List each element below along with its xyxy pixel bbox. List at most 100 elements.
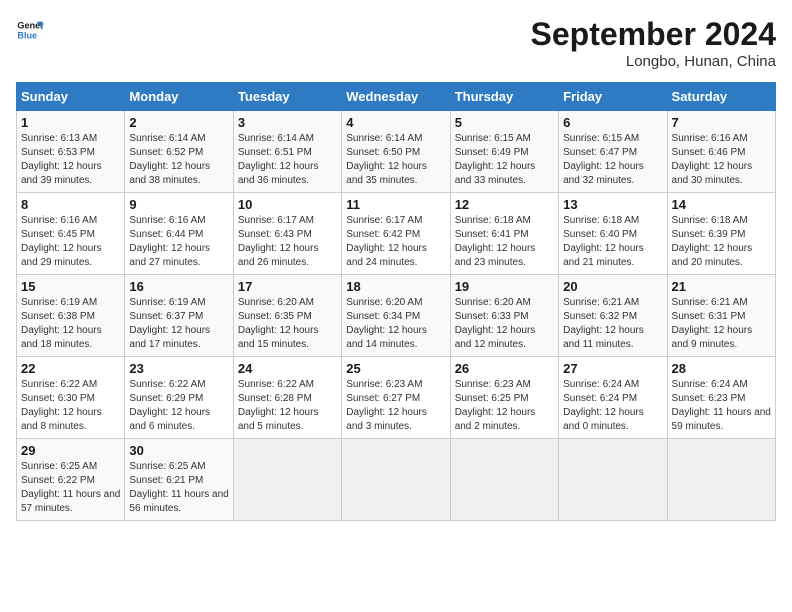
day-info: Sunrise: 6:20 AMSunset: 6:34 PMDaylight:… (346, 296, 445, 352)
calendar-cell: 9 Sunrise: 6:16 AMSunset: 6:44 PMDayligh… (125, 193, 233, 275)
day-number: 20 (563, 279, 662, 294)
day-info: Sunrise: 6:18 AMSunset: 6:39 PMDaylight:… (672, 214, 771, 270)
day-header-thursday: Thursday (450, 83, 558, 111)
day-info: Sunrise: 6:16 AMSunset: 6:44 PMDaylight:… (129, 214, 228, 270)
calendar-cell: 23 Sunrise: 6:22 AMSunset: 6:29 PMDaylig… (125, 357, 233, 439)
day-info: Sunrise: 6:15 AMSunset: 6:47 PMDaylight:… (563, 132, 662, 188)
day-number: 21 (672, 279, 771, 294)
day-header-wednesday: Wednesday (342, 83, 450, 111)
day-info: Sunrise: 6:23 AMSunset: 6:27 PMDaylight:… (346, 378, 445, 434)
day-number: 26 (455, 361, 554, 376)
calendar-cell: 4 Sunrise: 6:14 AMSunset: 6:50 PMDayligh… (342, 111, 450, 193)
day-info: Sunrise: 6:17 AMSunset: 6:42 PMDaylight:… (346, 214, 445, 270)
calendar-cell: 26 Sunrise: 6:23 AMSunset: 6:25 PMDaylig… (450, 357, 558, 439)
calendar-cell: 12 Sunrise: 6:18 AMSunset: 6:41 PMDaylig… (450, 193, 558, 275)
title-block: September 2024 Longbo, Hunan, China (531, 16, 776, 70)
day-number: 12 (455, 197, 554, 212)
day-number: 5 (455, 115, 554, 130)
day-number: 18 (346, 279, 445, 294)
calendar-cell (450, 439, 558, 521)
day-header-friday: Friday (559, 83, 667, 111)
day-number: 9 (129, 197, 228, 212)
calendar-cell (667, 439, 775, 521)
day-info: Sunrise: 6:15 AMSunset: 6:49 PMDaylight:… (455, 132, 554, 188)
calendar-cell: 24 Sunrise: 6:22 AMSunset: 6:28 PMDaylig… (233, 357, 341, 439)
day-info: Sunrise: 6:14 AMSunset: 6:52 PMDaylight:… (129, 132, 228, 188)
day-number: 11 (346, 197, 445, 212)
day-info: Sunrise: 6:24 AMSunset: 6:23 PMDaylight:… (672, 378, 771, 434)
day-number: 19 (455, 279, 554, 294)
month-title: September 2024 (531, 16, 776, 53)
day-header-saturday: Saturday (667, 83, 775, 111)
day-info: Sunrise: 6:21 AMSunset: 6:32 PMDaylight:… (563, 296, 662, 352)
day-info: Sunrise: 6:22 AMSunset: 6:28 PMDaylight:… (238, 378, 337, 434)
calendar-cell: 30 Sunrise: 6:25 AMSunset: 6:21 PMDaylig… (125, 439, 233, 521)
calendar-cell: 17 Sunrise: 6:20 AMSunset: 6:35 PMDaylig… (233, 275, 341, 357)
day-number: 29 (21, 443, 120, 458)
page-header: General Blue September 2024 Longbo, Huna… (16, 16, 776, 70)
day-number: 16 (129, 279, 228, 294)
day-number: 27 (563, 361, 662, 376)
day-number: 17 (238, 279, 337, 294)
calendar-week-4: 22 Sunrise: 6:22 AMSunset: 6:30 PMDaylig… (17, 357, 776, 439)
calendar-week-3: 15 Sunrise: 6:19 AMSunset: 6:38 PMDaylig… (17, 275, 776, 357)
day-info: Sunrise: 6:17 AMSunset: 6:43 PMDaylight:… (238, 214, 337, 270)
calendar-cell: 5 Sunrise: 6:15 AMSunset: 6:49 PMDayligh… (450, 111, 558, 193)
calendar-cell: 8 Sunrise: 6:16 AMSunset: 6:45 PMDayligh… (17, 193, 125, 275)
calendar-week-5: 29 Sunrise: 6:25 AMSunset: 6:22 PMDaylig… (17, 439, 776, 521)
day-info: Sunrise: 6:18 AMSunset: 6:41 PMDaylight:… (455, 214, 554, 270)
calendar-cell: 6 Sunrise: 6:15 AMSunset: 6:47 PMDayligh… (559, 111, 667, 193)
day-info: Sunrise: 6:16 AMSunset: 6:46 PMDaylight:… (672, 132, 771, 188)
calendar-cell: 10 Sunrise: 6:17 AMSunset: 6:43 PMDaylig… (233, 193, 341, 275)
day-info: Sunrise: 6:22 AMSunset: 6:30 PMDaylight:… (21, 378, 120, 434)
calendar-cell: 19 Sunrise: 6:20 AMSunset: 6:33 PMDaylig… (450, 275, 558, 357)
logo-icon: General Blue (16, 16, 44, 44)
day-number: 14 (672, 197, 771, 212)
day-info: Sunrise: 6:19 AMSunset: 6:37 PMDaylight:… (129, 296, 228, 352)
day-info: Sunrise: 6:24 AMSunset: 6:24 PMDaylight:… (563, 378, 662, 434)
day-number: 23 (129, 361, 228, 376)
day-info: Sunrise: 6:14 AMSunset: 6:51 PMDaylight:… (238, 132, 337, 188)
calendar-cell: 15 Sunrise: 6:19 AMSunset: 6:38 PMDaylig… (17, 275, 125, 357)
calendar-cell: 11 Sunrise: 6:17 AMSunset: 6:42 PMDaylig… (342, 193, 450, 275)
calendar-cell: 27 Sunrise: 6:24 AMSunset: 6:24 PMDaylig… (559, 357, 667, 439)
calendar-cell: 28 Sunrise: 6:24 AMSunset: 6:23 PMDaylig… (667, 357, 775, 439)
day-number: 2 (129, 115, 228, 130)
calendar-cell: 21 Sunrise: 6:21 AMSunset: 6:31 PMDaylig… (667, 275, 775, 357)
calendar-cell: 22 Sunrise: 6:22 AMSunset: 6:30 PMDaylig… (17, 357, 125, 439)
calendar-table: SundayMondayTuesdayWednesdayThursdayFrid… (16, 82, 776, 521)
day-number: 8 (21, 197, 120, 212)
day-info: Sunrise: 6:18 AMSunset: 6:40 PMDaylight:… (563, 214, 662, 270)
day-info: Sunrise: 6:23 AMSunset: 6:25 PMDaylight:… (455, 378, 554, 434)
day-number: 10 (238, 197, 337, 212)
calendar-cell: 20 Sunrise: 6:21 AMSunset: 6:32 PMDaylig… (559, 275, 667, 357)
calendar-cell: 1 Sunrise: 6:13 AMSunset: 6:53 PMDayligh… (17, 111, 125, 193)
calendar-cell (559, 439, 667, 521)
day-info: Sunrise: 6:20 AMSunset: 6:35 PMDaylight:… (238, 296, 337, 352)
calendar-cell: 14 Sunrise: 6:18 AMSunset: 6:39 PMDaylig… (667, 193, 775, 275)
calendar-cell: 25 Sunrise: 6:23 AMSunset: 6:27 PMDaylig… (342, 357, 450, 439)
calendar-week-2: 8 Sunrise: 6:16 AMSunset: 6:45 PMDayligh… (17, 193, 776, 275)
day-info: Sunrise: 6:19 AMSunset: 6:38 PMDaylight:… (21, 296, 120, 352)
day-number: 25 (346, 361, 445, 376)
calendar-cell: 13 Sunrise: 6:18 AMSunset: 6:40 PMDaylig… (559, 193, 667, 275)
calendar-cell: 2 Sunrise: 6:14 AMSunset: 6:52 PMDayligh… (125, 111, 233, 193)
day-number: 7 (672, 115, 771, 130)
calendar-week-1: 1 Sunrise: 6:13 AMSunset: 6:53 PMDayligh… (17, 111, 776, 193)
day-info: Sunrise: 6:25 AMSunset: 6:22 PMDaylight:… (21, 460, 120, 516)
svg-text:Blue: Blue (17, 30, 37, 40)
day-info: Sunrise: 6:13 AMSunset: 6:53 PMDaylight:… (21, 132, 120, 188)
calendar-cell: 16 Sunrise: 6:19 AMSunset: 6:37 PMDaylig… (125, 275, 233, 357)
day-number: 30 (129, 443, 228, 458)
day-number: 3 (238, 115, 337, 130)
day-info: Sunrise: 6:16 AMSunset: 6:45 PMDaylight:… (21, 214, 120, 270)
calendar-cell: 7 Sunrise: 6:16 AMSunset: 6:46 PMDayligh… (667, 111, 775, 193)
day-number: 15 (21, 279, 120, 294)
calendar-cell (233, 439, 341, 521)
calendar-cell: 18 Sunrise: 6:20 AMSunset: 6:34 PMDaylig… (342, 275, 450, 357)
day-number: 6 (563, 115, 662, 130)
calendar-cell: 29 Sunrise: 6:25 AMSunset: 6:22 PMDaylig… (17, 439, 125, 521)
calendar-cell: 3 Sunrise: 6:14 AMSunset: 6:51 PMDayligh… (233, 111, 341, 193)
day-header-tuesday: Tuesday (233, 83, 341, 111)
day-number: 1 (21, 115, 120, 130)
